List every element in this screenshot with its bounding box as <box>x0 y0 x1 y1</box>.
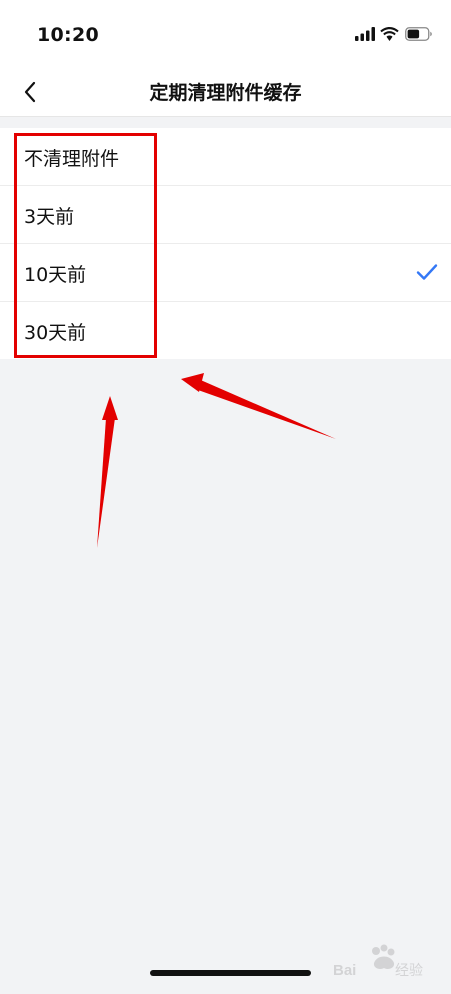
option-10-days[interactable]: 10天前 <box>0 244 451 302</box>
annotation-arrow-up <box>97 396 118 548</box>
nav-bar: 定期清理附件缓存 <box>0 70 451 117</box>
options-list: 不清理附件 3天前 10天前 30天前 <box>0 128 451 359</box>
annotation-arrow-diagonal <box>181 373 336 439</box>
option-3-days[interactable]: 3天前 <box>0 186 451 244</box>
option-no-clean[interactable]: 不清理附件 <box>0 128 451 186</box>
status-bar: 10:20 <box>0 0 451 70</box>
page-title: 定期清理附件缓存 <box>149 82 302 104</box>
home-indicator[interactable] <box>150 970 311 976</box>
checkmark-icon <box>416 264 438 280</box>
option-30-days[interactable]: 30天前 <box>0 302 451 359</box>
option-label: 3天前 <box>24 206 75 228</box>
option-label: 不清理附件 <box>24 148 120 170</box>
option-label: 30天前 <box>24 322 87 344</box>
svg-text:经验: 经验 <box>395 963 423 979</box>
option-label: 10天前 <box>24 264 87 286</box>
wifi-icon <box>380 27 399 41</box>
baidu-jingyan-watermark: Bai 经验 <box>333 944 423 979</box>
svg-text:Bai: Bai <box>333 962 356 979</box>
signal-icon <box>355 27 375 41</box>
battery-icon <box>405 27 432 41</box>
status-time: 10:20 <box>37 24 99 46</box>
